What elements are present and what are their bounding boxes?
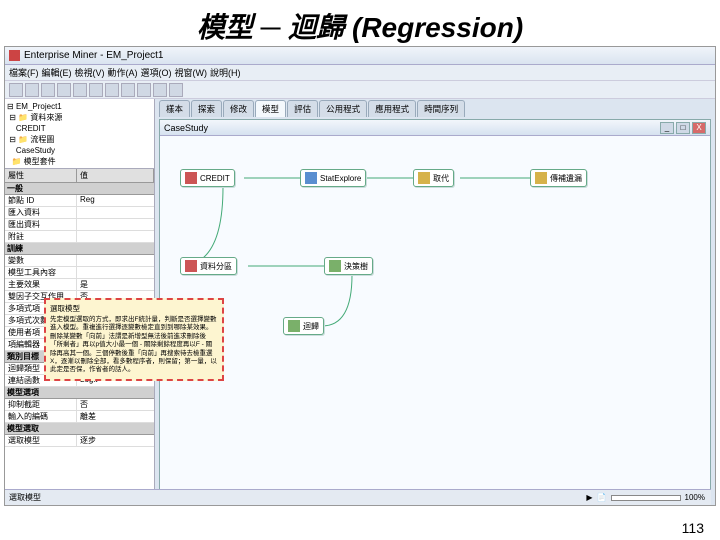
app-window: Enterprise Miner - EM_Project1 檔案(F) 編輯(… xyxy=(4,46,716,506)
toolbar-button[interactable] xyxy=(57,83,71,97)
toolbar-button[interactable] xyxy=(137,83,151,97)
section-general: 一般 xyxy=(5,183,154,195)
prop-row[interactable]: 節點 IDReg xyxy=(5,195,154,207)
replace-icon xyxy=(418,172,430,184)
toolbar-button[interactable] xyxy=(105,83,119,97)
node-regression[interactable]: 迴歸 xyxy=(283,317,324,335)
maximize-button[interactable]: □ xyxy=(676,122,690,134)
node-partition[interactable]: 資料分區 xyxy=(180,257,237,275)
menu-help[interactable]: 說明(H) xyxy=(210,66,241,79)
menu-view[interactable]: 檢視(V) xyxy=(75,66,105,79)
prop-row[interactable]: 匯出資料 xyxy=(5,219,154,231)
toolbar-button[interactable] xyxy=(153,83,167,97)
tab-timeseries[interactable]: 時間序列 xyxy=(417,100,465,117)
prop-row[interactable]: 模型工具內容 xyxy=(5,267,154,279)
tab-model[interactable]: 模型 xyxy=(255,100,286,117)
node-credit[interactable]: CREDIT xyxy=(180,169,235,187)
tree-item[interactable]: ⊟ 📁 資料來源 xyxy=(7,112,152,123)
zoom-slider[interactable] xyxy=(611,495,681,501)
node-tabs: 樣本 探索 修改 模型 評估 公用程式 應用程式 時間序列 xyxy=(155,99,715,117)
menu-window[interactable]: 視窗(W) xyxy=(175,66,208,79)
project-tree[interactable]: ⊟ EM_Project1 ⊟ 📁 資料來源 CREDIT ⊟ 📁 流程圖 Ca… xyxy=(5,99,154,169)
tab-explore[interactable]: 探索 xyxy=(191,100,222,117)
window-controls: _ □ X xyxy=(660,122,706,134)
tree-item[interactable]: 📁 模型套件 xyxy=(7,156,152,167)
regression-icon xyxy=(288,320,300,332)
prop-row[interactable]: 變數 xyxy=(5,255,154,267)
datasource-icon xyxy=(185,172,197,184)
slide-title: 模型 ─ 迴歸 (Regression) xyxy=(0,0,720,50)
right-panel: 樣本 探索 修改 模型 評估 公用程式 應用程式 時間序列 CaseStudy … xyxy=(155,99,715,505)
prop-row[interactable]: 主要效果是 xyxy=(5,279,154,291)
status-bar: ▶ 📄 100% xyxy=(159,489,711,505)
node-statexplore[interactable]: StatExplore xyxy=(300,169,366,187)
diagram-window: CaseStudy _ □ X xyxy=(159,119,711,503)
tab-utility[interactable]: 公用程式 xyxy=(319,100,367,117)
prop-row[interactable]: 選取模型逐步 xyxy=(5,435,154,447)
app-icon xyxy=(9,50,20,61)
section-model-options: 模型選項 xyxy=(5,387,154,399)
tab-apps[interactable]: 應用程式 xyxy=(368,100,416,117)
bottom-label: 選取模型 xyxy=(9,492,41,503)
window-title: Enterprise Miner - EM_Project1 xyxy=(24,50,164,61)
flow-connectors xyxy=(160,136,710,502)
tab-modify[interactable]: 修改 xyxy=(223,100,254,117)
impute-icon xyxy=(535,172,547,184)
titlebar: Enterprise Miner - EM_Project1 xyxy=(5,47,715,65)
menubar: 檔案(F) 編輯(E) 檢視(V) 動作(A) 選項(O) 視窗(W) 說明(H… xyxy=(5,65,715,81)
diagram-titlebar: CaseStudy _ □ X xyxy=(160,120,710,136)
log-icon[interactable]: 📄 xyxy=(597,493,607,502)
prop-row[interactable]: 附註 xyxy=(5,231,154,243)
toolbar-button[interactable] xyxy=(169,83,183,97)
menu-edit[interactable]: 編輯(E) xyxy=(42,66,72,79)
toolbar-button[interactable] xyxy=(25,83,39,97)
tree-root[interactable]: ⊟ EM_Project1 xyxy=(7,101,152,112)
toolbar-button[interactable] xyxy=(73,83,87,97)
menu-file[interactable]: 檔案(F) xyxy=(9,66,39,79)
diagram-title: CaseStudy xyxy=(164,123,208,133)
menu-action[interactable]: 動作(A) xyxy=(108,66,138,79)
prop-row[interactable]: 輸入的編碼離差 xyxy=(5,411,154,423)
annotation-callout: 選取模型 先定模型選取的方式，即求出F統計量，判斷是否選擇變數進入模型。重複進行… xyxy=(44,298,224,381)
callout-title: 選取模型 xyxy=(50,304,218,314)
tree-icon xyxy=(329,260,341,272)
toolbar-button[interactable] xyxy=(9,83,23,97)
left-bottom-bar: 選取模型 xyxy=(5,489,159,505)
tree-item[interactable]: ⊟ 📁 流程圖 xyxy=(7,134,152,145)
properties-header: 屬性 值 xyxy=(5,169,154,183)
prop-row[interactable]: 抑制截距否 xyxy=(5,399,154,411)
partition-icon xyxy=(185,260,197,272)
node-impute[interactable]: 傳補遺漏 xyxy=(530,169,587,187)
col-property: 屬性 xyxy=(5,169,77,182)
toolbar xyxy=(5,81,715,99)
page-number: 113 xyxy=(682,520,704,536)
toolbar-button[interactable] xyxy=(41,83,55,97)
flow-canvas[interactable]: CREDIT StatExplore 取代 傳補遺漏 資料分區 決策樹 迴歸 xyxy=(160,136,710,502)
col-value: 值 xyxy=(77,169,154,182)
tree-item-selected[interactable]: CaseStudy xyxy=(7,145,152,156)
node-tree[interactable]: 決策樹 xyxy=(324,257,373,275)
tree-item[interactable]: CREDIT xyxy=(7,123,152,134)
explore-icon xyxy=(305,172,317,184)
tab-sample[interactable]: 樣本 xyxy=(159,100,190,117)
run-icon[interactable]: ▶ xyxy=(586,493,592,502)
menu-options[interactable]: 選項(O) xyxy=(141,66,172,79)
close-button[interactable]: X xyxy=(692,122,706,134)
minimize-button[interactable]: _ xyxy=(660,122,674,134)
tab-assess[interactable]: 評估 xyxy=(287,100,318,117)
section-model-selection: 模型選取 xyxy=(5,423,154,435)
prop-row[interactable]: 匯入資料 xyxy=(5,207,154,219)
section-train: 訓練 xyxy=(5,243,154,255)
callout-body: 先定模型選取的方式，即求出F統計量，判斷是否選擇變數進入模型。重複進行選擇逐變數… xyxy=(50,316,218,375)
toolbar-button[interactable] xyxy=(89,83,103,97)
toolbar-button[interactable] xyxy=(121,83,135,97)
node-replace[interactable]: 取代 xyxy=(413,169,454,187)
zoom-value: 100% xyxy=(685,493,705,502)
